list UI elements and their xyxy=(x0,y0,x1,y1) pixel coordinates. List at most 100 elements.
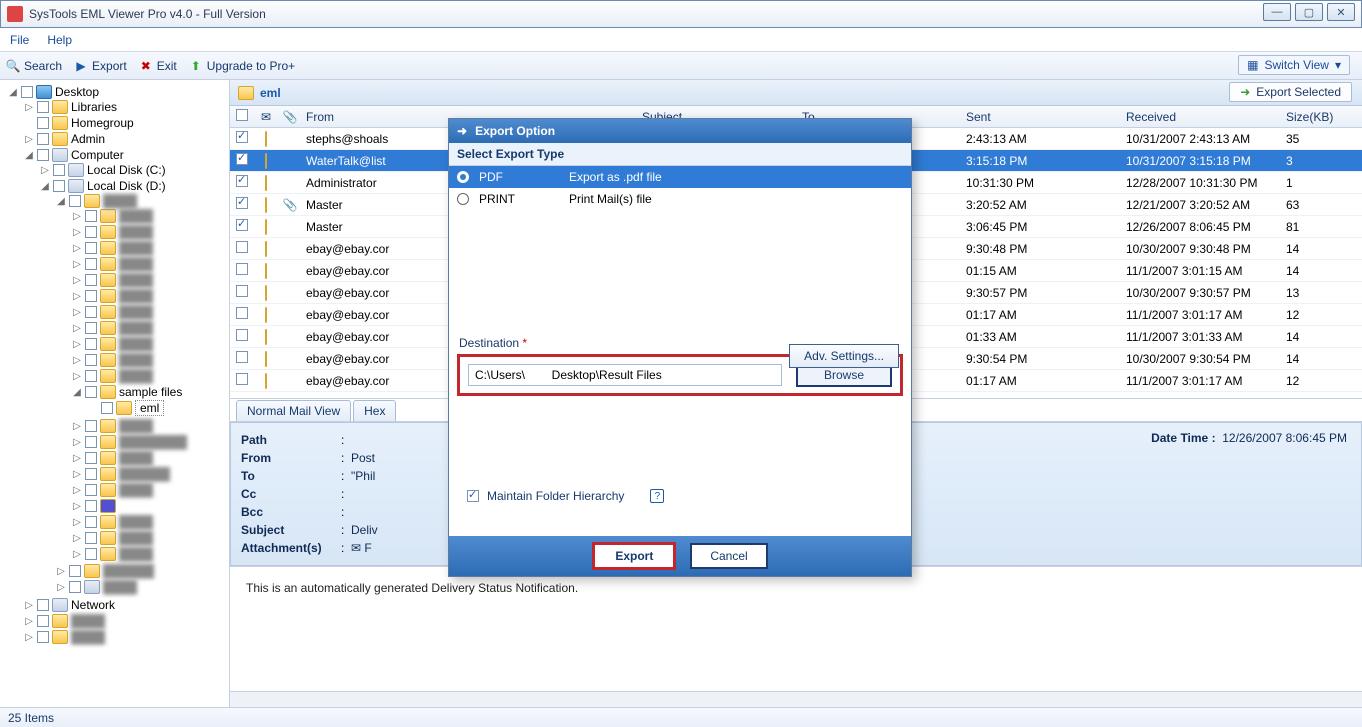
statusbar: 25 Items xyxy=(0,707,1362,727)
row-checkbox[interactable] xyxy=(236,175,248,187)
toolbar: 🔍Search ▶Export ✖Exit ⬆Upgrade to Pro+ ▦… xyxy=(0,52,1362,80)
cell-received: 11/1/2007 3:01:17 AM xyxy=(1122,308,1282,322)
cell-received: 11/1/2007 3:01:33 AM xyxy=(1122,330,1282,344)
tree-c-drive[interactable]: Local Disk (C:) xyxy=(87,163,166,177)
row-checkbox[interactable] xyxy=(236,263,248,275)
cell-sent: 9:30:54 PM xyxy=(962,352,1122,366)
tree-homegroup[interactable]: Homegroup xyxy=(71,116,134,130)
switch-view-button[interactable]: ▦Switch View▾ xyxy=(1238,55,1350,75)
dialog-titlebar[interactable]: ➜Export Option xyxy=(449,119,911,143)
select-all-checkbox[interactable] xyxy=(236,109,248,121)
destination-input[interactable] xyxy=(468,364,782,386)
help-icon[interactable]: ? xyxy=(650,489,664,503)
row-checkbox[interactable] xyxy=(236,241,248,253)
cell-size: 35 xyxy=(1282,132,1362,146)
search-button[interactable]: 🔍Search xyxy=(6,59,62,73)
mail-body: This is an automatically generated Deliv… xyxy=(230,566,1362,691)
cell-sent: 01:33 AM xyxy=(962,330,1122,344)
radio-icon xyxy=(457,171,469,183)
row-checkbox[interactable] xyxy=(236,153,248,165)
attachment-column-icon: 📎 xyxy=(278,110,302,124)
adv-settings-button[interactable]: Adv. Settings... xyxy=(789,344,899,368)
menu-help[interactable]: Help xyxy=(47,33,72,47)
tree-d-drive[interactable]: Local Disk (D:) xyxy=(87,179,166,193)
tree-desktop[interactable]: Desktop xyxy=(55,85,99,99)
cell-size: 12 xyxy=(1282,374,1362,388)
tree-network[interactable]: Network xyxy=(71,598,115,612)
export-icon: ➜ xyxy=(457,124,467,138)
export-type-pdf[interactable]: PDFExport as .pdf file xyxy=(449,166,911,188)
cell-size: 63 xyxy=(1282,198,1362,212)
cell-received: 12/21/2007 3:20:52 AM xyxy=(1122,198,1282,212)
envelope-icon xyxy=(265,175,267,191)
menu-file[interactable]: File xyxy=(10,33,29,47)
checkbox-icon[interactable] xyxy=(467,490,479,502)
cell-size: 14 xyxy=(1282,264,1362,278)
drive-icon xyxy=(68,163,84,177)
dialog-footer: Export Cancel xyxy=(449,536,911,576)
export-option-dialog: ➜Export Option Select Export Type PDFExp… xyxy=(448,118,912,577)
close-button[interactable]: ✕ xyxy=(1327,3,1355,21)
cell-received: 12/28/2007 10:31:30 PM xyxy=(1122,176,1282,190)
column-size[interactable]: Size(KB) xyxy=(1282,110,1362,124)
tree-computer[interactable]: Computer xyxy=(71,148,124,162)
tree-sample-files[interactable]: sample files xyxy=(119,385,182,399)
cell-received: 10/30/2007 9:30:54 PM xyxy=(1122,352,1282,366)
cell-size: 14 xyxy=(1282,352,1362,366)
export-icon: ➜ xyxy=(1240,85,1250,99)
select-export-type-label: Select Export Type xyxy=(449,143,911,166)
drive-icon xyxy=(68,179,84,193)
envelope-icon xyxy=(265,131,267,147)
dropdown-icon: ▾ xyxy=(1335,58,1341,72)
maximize-button[interactable]: ▢ xyxy=(1295,3,1323,21)
envelope-icon xyxy=(265,285,267,301)
folder-icon xyxy=(52,132,68,146)
folder-tree[interactable]: ◢Desktop ▷Libraries Homegroup ▷Admin ◢Co… xyxy=(0,80,230,707)
computer-icon xyxy=(52,148,68,162)
cell-size: 14 xyxy=(1282,330,1362,344)
row-checkbox[interactable] xyxy=(236,285,248,297)
row-checkbox[interactable] xyxy=(236,197,248,209)
row-checkbox[interactable] xyxy=(236,329,248,341)
row-checkbox[interactable] xyxy=(236,307,248,319)
cell-sent: 3:06:45 PM xyxy=(962,220,1122,234)
column-sent[interactable]: Sent xyxy=(962,110,1122,124)
cell-size: 1 xyxy=(1282,176,1362,190)
envelope-icon xyxy=(265,373,267,389)
radio-icon xyxy=(457,193,469,205)
cell-sent: 2:43:13 AM xyxy=(962,132,1122,146)
cell-received: 12/26/2007 8:06:45 PM xyxy=(1122,220,1282,234)
row-checkbox[interactable] xyxy=(236,131,248,143)
maintain-hierarchy-option[interactable]: Maintain Folder Hierarchy ? xyxy=(467,489,664,503)
cell-received: 11/1/2007 3:01:17 AM xyxy=(1122,374,1282,388)
tree-admin[interactable]: Admin xyxy=(71,132,105,146)
cancel-button[interactable]: Cancel xyxy=(690,543,767,569)
attachment-icon: 📎 xyxy=(278,198,302,212)
cell-received: 10/31/2007 3:15:18 PM xyxy=(1122,154,1282,168)
cell-size: 3 xyxy=(1282,154,1362,168)
tree-libraries[interactable]: Libraries xyxy=(71,100,117,114)
row-checkbox[interactable] xyxy=(236,351,248,363)
cell-sent: 01:17 AM xyxy=(962,308,1122,322)
envelope-icon xyxy=(265,153,267,169)
tab-normal-mail-view[interactable]: Normal Mail View xyxy=(236,400,351,421)
export-type-print[interactable]: PRINTPrint Mail(s) file xyxy=(449,188,911,210)
export-button[interactable]: Export xyxy=(592,542,676,570)
column-received[interactable]: Received xyxy=(1122,110,1282,124)
row-checkbox[interactable] xyxy=(236,373,248,385)
envelope-icon xyxy=(265,263,267,279)
row-checkbox[interactable] xyxy=(236,219,248,231)
envelope-icon xyxy=(265,219,267,235)
envelope-icon xyxy=(265,307,267,323)
tab-hex[interactable]: Hex xyxy=(353,400,396,421)
horizontal-scrollbar[interactable] xyxy=(230,691,1362,707)
exit-button[interactable]: ✖Exit xyxy=(139,59,177,73)
cell-received: 10/31/2007 2:43:13 AM xyxy=(1122,132,1282,146)
export-button[interactable]: ▶Export xyxy=(74,59,127,73)
network-icon xyxy=(52,598,68,612)
tree-eml[interactable]: eml xyxy=(135,400,164,416)
upgrade-button[interactable]: ⬆Upgrade to Pro+ xyxy=(189,59,295,73)
minimize-button[interactable]: — xyxy=(1263,3,1291,21)
export-selected-button[interactable]: ➜Export Selected xyxy=(1229,82,1352,102)
envelope-icon xyxy=(265,351,267,367)
